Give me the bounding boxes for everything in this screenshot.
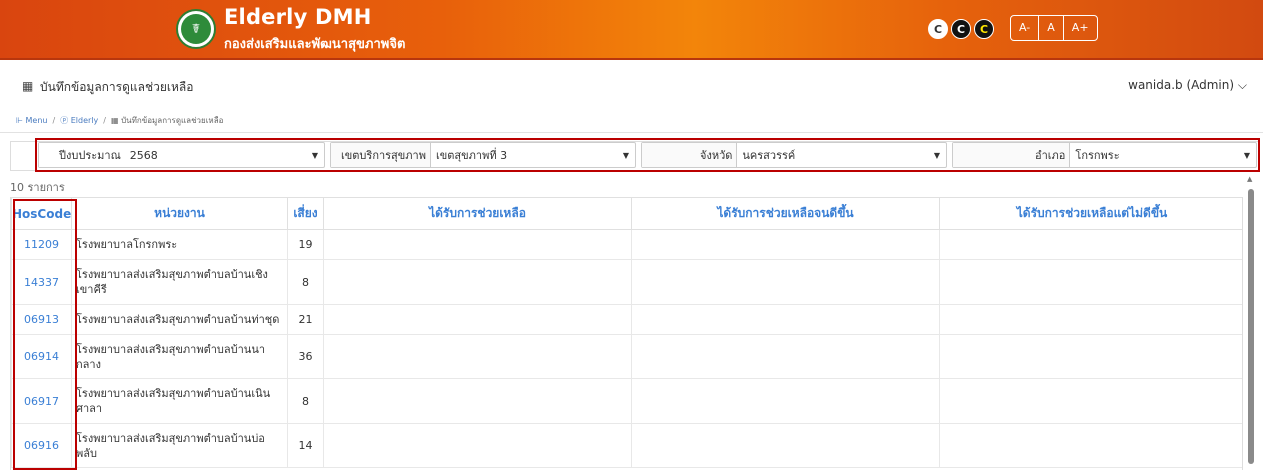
breadcrumb-separator: / — [52, 116, 56, 125]
contrast-yellow-button[interactable]: C — [974, 19, 994, 39]
vertical-scrollbar[interactable]: ▲ — [1245, 175, 1257, 470]
helped-cell — [323, 334, 632, 379]
unit-cell: โรงพยาบาลส่งเสริมสุขภาพตำบลบ้านบ่อพลับ — [71, 423, 288, 468]
unit-cell: โรงพยาบาลส่งเสริมสุขภาพตำบลบ้านท่าชุด — [71, 304, 288, 335]
unit-cell: โรงพยาบาลโกรกพระ — [71, 229, 288, 260]
contrast-normal-button[interactable]: C — [928, 19, 948, 39]
helped-cell — [323, 304, 632, 335]
breadcrumb-separator: / — [103, 116, 106, 125]
scrollbar-thumb[interactable] — [1248, 189, 1254, 464]
unit-cell: โรงพยาบาลส่งเสริมสุขภาพตำบลบ้านเชิงเขาคี… — [71, 259, 288, 305]
breadcrumb-menu[interactable]: ⊩ Menu — [16, 116, 47, 125]
breadcrumb-current: ▦ บันทึกข้อมูลการดูแลช่วยเหลือ — [110, 116, 224, 125]
page-subbar: ▦ บันทึกข้อมูลการดูแลช่วยเหลือ wanida.b … — [0, 70, 1263, 100]
unit-cell: โรงพยาบาลส่งเสริมสุขภาพตำบลบ้านนากลาง — [71, 334, 288, 379]
hoscode-link[interactable]: 06916 — [11, 423, 72, 468]
form-icon: ▦ — [22, 79, 34, 93]
hoscode-link[interactable]: 06913 — [11, 304, 72, 335]
risk-cell: 8 — [287, 259, 324, 305]
scroll-up-icon[interactable]: ▲ — [1247, 175, 1252, 183]
brand-title[interactable]: Elderly DMH — [224, 5, 371, 29]
caduceus-icon: ☤ — [181, 14, 211, 44]
improved-cell — [631, 423, 940, 468]
hoscode-link[interactable]: 14337 — [11, 259, 72, 305]
col-improved[interactable]: ได้รับการช่วยเหลือจนดีขึ้น — [631, 197, 940, 230]
table-row: 06913 โรงพยาบาลส่งเสริมสุขภาพตำบลบ้านท่า… — [11, 304, 1242, 335]
table-row: 06916 โรงพยาบาลส่งเสริมสุขภาพตำบลบ้านบ่อ… — [11, 423, 1242, 468]
not-improved-cell — [939, 378, 1242, 424]
user-name: wanida.b (Admin) — [1128, 78, 1235, 92]
col-hoscode[interactable]: HosCode — [11, 197, 72, 230]
brand-subtitle: กองส่งเสริมและพัฒนาสุขภาพจิต — [224, 37, 406, 52]
form-icon: ▦ — [110, 116, 119, 125]
hoscode-link[interactable]: 11209 — [11, 229, 72, 260]
unit-cell: โรงพยาบาลส่งเสริมสุขภาพตำบลบ้านเนินศาลา — [71, 378, 288, 424]
helped-cell — [323, 378, 632, 424]
col-helped[interactable]: ได้รับการช่วยเหลือ — [323, 197, 632, 230]
user-menu[interactable]: wanida.b (Admin) ⌵ — [1128, 78, 1247, 93]
improved-cell — [631, 304, 940, 335]
col-risk[interactable]: เสี่ยง — [287, 197, 324, 230]
table-row: 11209 โรงพยาบาลโกรกพระ 19 — [11, 229, 1242, 260]
chevron-down-icon: ⌵ — [1237, 78, 1247, 92]
hoscode-link[interactable]: 06914 — [11, 334, 72, 379]
contrast-dark-button[interactable]: C — [951, 19, 971, 39]
improved-cell — [631, 259, 940, 305]
record-count: 10 รายการ — [10, 181, 65, 194]
table-row: 14337 โรงพยาบาลส่งเสริมสุขภาพตำบลบ้านเชิ… — [11, 259, 1242, 305]
breadcrumb-elderly[interactable]: ⓟ Elderly — [60, 116, 98, 125]
not-improved-cell — [939, 334, 1242, 379]
col-unit[interactable]: หน่วยงาน — [71, 197, 288, 230]
improved-cell — [631, 229, 940, 260]
helped-cell — [323, 229, 632, 260]
helped-cell — [323, 259, 632, 305]
dmh-logo[interactable]: ☤ — [176, 9, 216, 49]
not-improved-cell — [939, 423, 1242, 468]
font-decrease-button[interactable]: A- — [1011, 16, 1040, 40]
improved-cell — [631, 334, 940, 379]
page-title: บันทึกข้อมูลการดูแลช่วยเหลือ — [40, 80, 194, 94]
not-improved-cell — [939, 259, 1242, 305]
font-normal-button[interactable]: A — [1039, 16, 1064, 40]
risk-cell: 36 — [287, 334, 324, 379]
risk-cell: 21 — [287, 304, 324, 335]
divider — [0, 132, 1263, 133]
col-not-improved[interactable]: ได้รับการช่วยเหลือแต่ไม่ดีขึ้น — [939, 197, 1242, 230]
app-header: ☤ Elderly DMH กองส่งเสริมและพัฒนาสุขภาพจ… — [0, 0, 1263, 60]
font-increase-button[interactable]: A+ — [1064, 16, 1097, 40]
filter-highlight — [35, 138, 1260, 172]
not-improved-cell — [939, 304, 1242, 335]
table-row: 06917 โรงพยาบาลส่งเสริมสุขภาพตำบลบ้านเนิ… — [11, 378, 1242, 424]
table-header-row: HosCode หน่วยงาน เสี่ยง ได้รับการช่วยเหล… — [11, 197, 1242, 230]
table-row: 06914 โรงพยาบาลส่งเสริมสุขภาพตำบลบ้านนาก… — [11, 334, 1242, 379]
helped-cell — [323, 423, 632, 468]
risk-cell: 19 — [287, 229, 324, 260]
hoscode-link[interactable]: 06917 — [11, 378, 72, 424]
circle-info-icon: ⓟ — [60, 116, 69, 125]
data-table: HosCode หน่วยงาน เสี่ยง ได้รับการช่วยเหล… — [10, 197, 1243, 470]
menu-icon: ⊩ — [16, 116, 23, 125]
breadcrumb: ⊩ Menu / ⓟ Elderly / ▦ บันทึกข้อมูลการดูแลช่… — [16, 114, 223, 127]
font-size-group: A- A A+ — [1010, 15, 1098, 41]
risk-cell: 14 — [287, 423, 324, 468]
risk-cell: 8 — [287, 378, 324, 424]
improved-cell — [631, 378, 940, 424]
not-improved-cell — [939, 229, 1242, 260]
